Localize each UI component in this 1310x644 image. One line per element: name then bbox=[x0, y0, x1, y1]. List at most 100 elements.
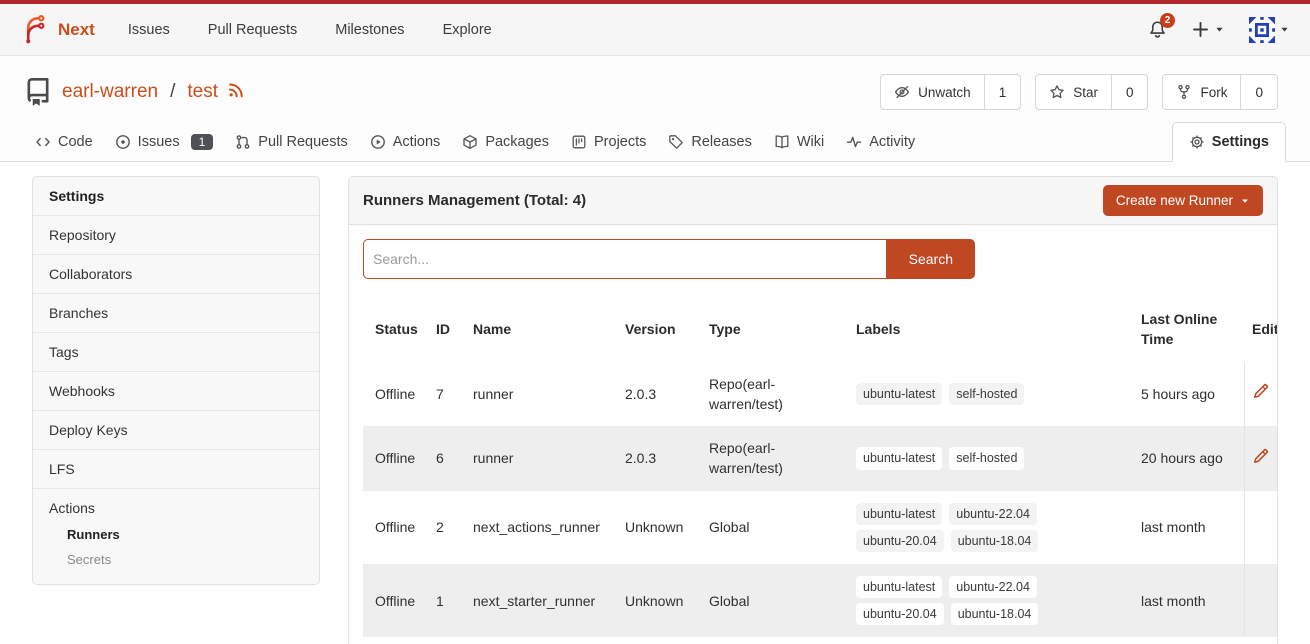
tab-label-pull-requests: Pull Requests bbox=[258, 134, 347, 150]
tab-label-wiki: Wiki bbox=[797, 134, 824, 150]
runners-table: StatusIDNameVersionTypeLabelsLast Online… bbox=[363, 293, 1278, 637]
eye-slash-icon bbox=[894, 84, 910, 100]
tab-label-packages: Packages bbox=[485, 134, 549, 150]
runner-edit-cell bbox=[1244, 426, 1278, 491]
runner-label-chip: ubuntu-latest bbox=[856, 383, 942, 405]
unwatch-button[interactable]: Unwatch bbox=[881, 75, 984, 109]
nav-link-explore[interactable]: Explore bbox=[424, 7, 511, 53]
sidebar-subitem-runners[interactable]: Runners bbox=[33, 522, 319, 547]
runner-last-online: last month bbox=[1133, 564, 1244, 637]
runner-row: Offline6runner2.0.3Repo(earl-warren/test… bbox=[363, 426, 1278, 491]
unwatch-count[interactable]: 1 bbox=[984, 75, 1021, 109]
tab-packages[interactable]: Packages bbox=[451, 122, 560, 161]
nav-link-pull-requests[interactable]: Pull Requests bbox=[189, 7, 316, 53]
edit-runner-button[interactable] bbox=[1253, 386, 1269, 402]
fork-count[interactable]: 0 bbox=[1240, 75, 1277, 109]
runner-type: Global bbox=[701, 491, 848, 564]
runner-label-chip: ubuntu-latest bbox=[856, 503, 942, 525]
runner-status: Offline bbox=[363, 491, 428, 564]
fork-button-group: Fork0 bbox=[1162, 74, 1278, 110]
forgejo-logo-icon bbox=[20, 15, 50, 45]
sidebar-item-repository[interactable]: Repository bbox=[33, 215, 319, 254]
unwatch-label: Unwatch bbox=[918, 85, 971, 100]
runner-version: Unknown bbox=[617, 491, 701, 564]
repo-name-link[interactable]: test bbox=[187, 81, 218, 103]
labels-list: ubuntu-latestubuntu-22.04ubuntu-20.04ubu… bbox=[856, 576, 1051, 625]
runner-row: Offline7runner2.0.3Repo(earl-warren/test… bbox=[363, 362, 1278, 427]
tab-actions[interactable]: Actions bbox=[359, 122, 452, 161]
star-button[interactable]: Star bbox=[1036, 75, 1111, 109]
sidebar-item-tags[interactable]: Tags bbox=[33, 332, 319, 371]
settings-sidebar: SettingsRepositoryCollaboratorsBranchesT… bbox=[32, 176, 320, 585]
brand-link[interactable]: Next bbox=[20, 15, 95, 45]
tab-activity[interactable]: Activity bbox=[835, 122, 926, 161]
runner-edit-cell bbox=[1244, 491, 1278, 564]
search-input[interactable] bbox=[363, 239, 887, 279]
sidebar-item-deploy-keys[interactable]: Deploy Keys bbox=[33, 410, 319, 449]
runners-panel: Runners Management (Total: 4) Create new… bbox=[348, 176, 1278, 644]
runner-version: Unknown bbox=[617, 564, 701, 637]
runner-row: Offline1next_starter_runnerUnknownGlobal… bbox=[363, 564, 1278, 637]
labels-list: ubuntu-latestself-hosted bbox=[856, 447, 1051, 469]
repo-owner-link[interactable]: earl-warren bbox=[62, 81, 158, 103]
sidebar-section-actions: ActionsRunnersSecrets bbox=[33, 488, 319, 584]
caret-down-icon bbox=[1279, 24, 1290, 35]
project-icon bbox=[571, 134, 587, 150]
tab-label-projects: Projects bbox=[594, 134, 646, 150]
sidebar-item-webhooks[interactable]: Webhooks bbox=[33, 371, 319, 410]
tab-code[interactable]: Code bbox=[24, 122, 104, 161]
runner-labels: ubuntu-latestself-hosted bbox=[848, 362, 1133, 427]
runner-version: 2.0.3 bbox=[617, 362, 701, 427]
runner-edit-cell bbox=[1244, 362, 1278, 427]
runner-labels: ubuntu-latestself-hosted bbox=[848, 426, 1133, 491]
sidebar-item-branches[interactable]: Branches bbox=[33, 293, 319, 332]
tab-label-activity: Activity bbox=[869, 134, 915, 150]
nav-link-milestones[interactable]: Milestones bbox=[316, 7, 423, 53]
runner-name: runner bbox=[465, 362, 617, 427]
create-runner-button[interactable]: Create new Runner bbox=[1103, 185, 1263, 216]
book-icon bbox=[774, 134, 790, 150]
runner-type: Repo(earl-warren/test) bbox=[701, 362, 848, 427]
edit-runner-button[interactable] bbox=[1253, 451, 1269, 467]
gear-icon bbox=[1189, 134, 1205, 150]
tab-projects[interactable]: Projects bbox=[560, 122, 657, 161]
sidebar-item-lfs[interactable]: LFS bbox=[33, 449, 319, 488]
fork-button[interactable]: Fork bbox=[1163, 75, 1240, 109]
search-bar: Search bbox=[363, 239, 975, 279]
tab-releases[interactable]: Releases bbox=[657, 122, 762, 161]
runner-id: 6 bbox=[428, 426, 465, 491]
pencil-icon bbox=[1253, 448, 1269, 464]
nav-link-issues[interactable]: Issues bbox=[109, 7, 189, 53]
runner-last-online: last month bbox=[1133, 491, 1244, 564]
user-menu-button[interactable] bbox=[1249, 17, 1290, 43]
tab-label-code: Code bbox=[58, 134, 93, 150]
star-count[interactable]: 0 bbox=[1111, 75, 1148, 109]
star-button-group: Star0 bbox=[1035, 74, 1148, 110]
runner-labels: ubuntu-latestubuntu-22.04ubuntu-20.04ubu… bbox=[848, 491, 1133, 564]
runner-status: Offline bbox=[363, 362, 428, 427]
runner-label-chip: ubuntu-18.04 bbox=[951, 603, 1039, 625]
runner-version: 2.0.3 bbox=[617, 426, 701, 491]
tab-issues[interactable]: Issues1 bbox=[104, 122, 225, 161]
pull-request-icon bbox=[235, 134, 251, 150]
tab-label-releases: Releases bbox=[691, 134, 751, 150]
runner-type: Global bbox=[701, 564, 848, 637]
rss-icon bbox=[228, 81, 245, 98]
tab-pull-requests[interactable]: Pull Requests bbox=[224, 122, 358, 161]
tab-settings[interactable]: Settings bbox=[1172, 122, 1286, 162]
tab-wiki[interactable]: Wiki bbox=[763, 122, 835, 161]
repo-tabs: Code Issues1 Pull Requests Actions Packages P… bbox=[0, 122, 1310, 162]
rss-feed-link[interactable] bbox=[228, 81, 245, 104]
runner-label-chip: ubuntu-18.04 bbox=[951, 530, 1039, 552]
runner-label-chip: ubuntu-20.04 bbox=[856, 603, 944, 625]
star-icon bbox=[1049, 84, 1065, 100]
sidebar-subitem-secrets[interactable]: Secrets bbox=[33, 547, 319, 572]
sidebar-item-settings[interactable]: Settings bbox=[33, 177, 319, 215]
notifications-button[interactable]: 2 bbox=[1148, 20, 1167, 39]
sidebar-item-collaborators[interactable]: Collaborators bbox=[33, 254, 319, 293]
sidebar-item-actions[interactable]: Actions bbox=[33, 489, 319, 522]
runner-label-chip: ubuntu-20.04 bbox=[856, 530, 944, 552]
search-button[interactable]: Search bbox=[887, 239, 975, 279]
col-header-last-online-time: Last Online Time bbox=[1133, 293, 1244, 362]
create-menu-button[interactable] bbox=[1191, 20, 1225, 39]
